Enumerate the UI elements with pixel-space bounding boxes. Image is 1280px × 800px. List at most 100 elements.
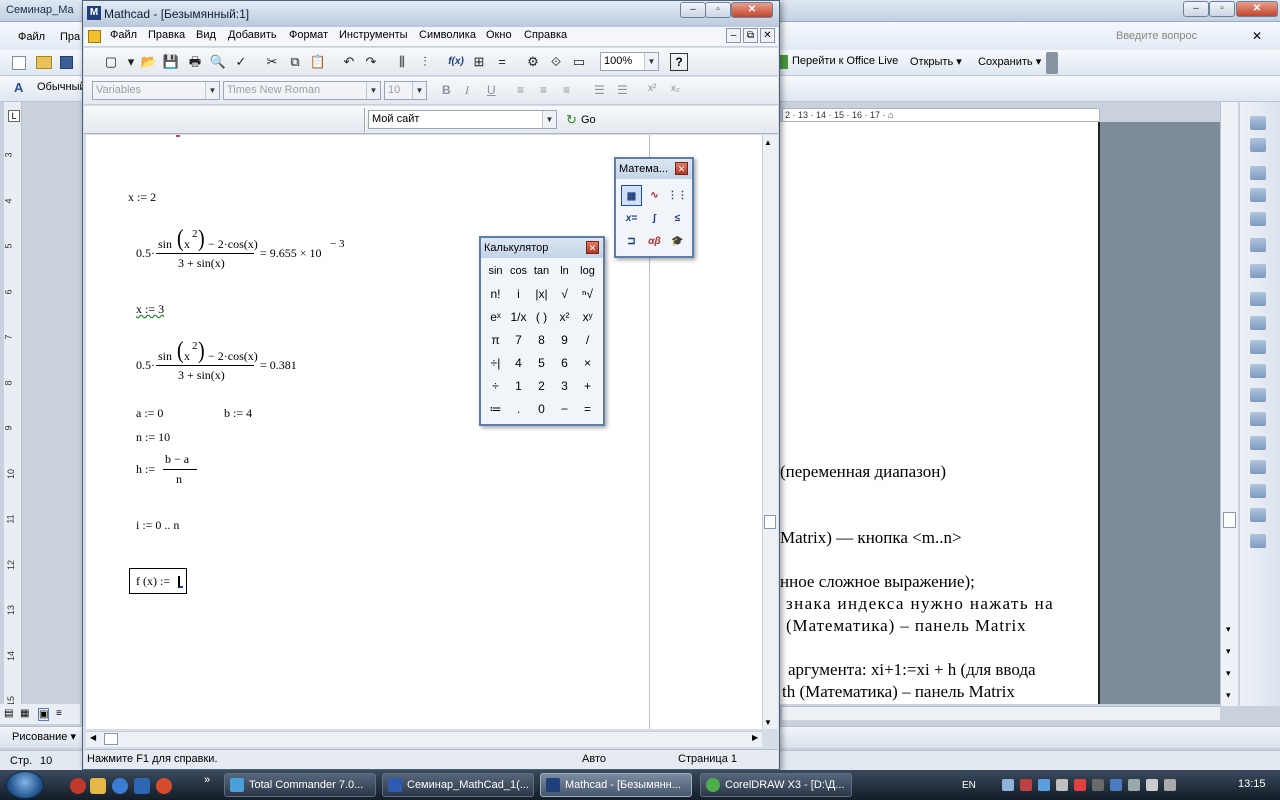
bold-icon[interactable]: B (442, 83, 451, 97)
tray-app-icon[interactable] (1038, 779, 1050, 791)
mathcad-maximize-button[interactable]: ▫ (705, 2, 731, 18)
help-icon[interactable]: ? (670, 53, 688, 71)
scroll-left-icon[interactable]: ◀ (90, 733, 96, 742)
tray-app-icon[interactable] (1074, 779, 1086, 791)
print-icon[interactable]: 🖶 (186, 53, 204, 71)
math-palette-close-icon[interactable]: ✕ (675, 162, 688, 175)
word-help-search-input[interactable]: Введите вопрос (1112, 28, 1248, 44)
word-toolbar-button-icon[interactable] (1250, 212, 1266, 226)
word-horizontal-scrollbar[interactable] (782, 706, 1220, 720)
word-toolbar-button-icon[interactable] (1250, 436, 1266, 450)
styles-icon[interactable]: A (14, 80, 23, 95)
programming-toolbar-icon[interactable]: ⊐ (621, 231, 642, 252)
word-toolbar-button-icon[interactable] (1250, 364, 1266, 378)
taskbar-total-commander[interactable]: Total Commander 7.0... (224, 773, 376, 797)
go-button[interactable]: Go (581, 114, 596, 126)
italic-icon[interactable]: I (465, 83, 469, 98)
worksheet-hscroll-thumb[interactable] (104, 733, 118, 745)
document-minimize-button[interactable]: – (726, 28, 741, 43)
worksheet-vertical-scrollbar[interactable] (762, 135, 778, 729)
worksheet-vscroll-thumb[interactable] (764, 515, 776, 529)
calculator-button[interactable]: × (576, 352, 599, 375)
calculator-button[interactable]: xʸ (576, 306, 599, 329)
word-toolbar-button-icon[interactable] (1250, 340, 1266, 354)
subscript-icon[interactable]: x₂ (671, 83, 680, 94)
word-toolbar-button-icon[interactable] (1250, 264, 1266, 278)
word-menu-edit[interactable]: Пра (60, 31, 80, 43)
matrix-toolbar-icon[interactable]: ⋮⋮ (667, 185, 688, 206)
expression-2[interactable]: 0.5· sin ( x 2 ) − 2·cos(x) 3 + sin(x) =… (136, 338, 336, 386)
scroll-up-icon[interactable]: ▲ (764, 138, 772, 147)
calculator-button[interactable]: 8 (530, 329, 553, 352)
underline-icon[interactable]: U (487, 83, 496, 97)
new-document-icon[interactable] (12, 56, 26, 70)
align-right-icon[interactable]: ≡ (563, 83, 570, 97)
math-palette[interactable]: Матема... ✕ ▦ ∿ ⋮⋮ x= ∫ ≤ ⊐ αβ 🎓 (614, 157, 694, 258)
calculator-button[interactable]: 1/x (507, 306, 530, 329)
language-indicator[interactable]: EN (962, 780, 976, 791)
internet-explorer-icon[interactable] (112, 778, 128, 794)
word-toolbar-button-icon[interactable] (1250, 292, 1266, 306)
word-scroll-nav-icon[interactable]: ▾ (1226, 646, 1231, 657)
resource-center-icon[interactable]: ⟐ (547, 53, 565, 71)
calculator-button[interactable]: = (576, 398, 599, 421)
calculator-button[interactable]: eˣ (484, 306, 507, 329)
align-left-icon[interactable]: ≡ (517, 83, 524, 97)
opera-icon[interactable] (70, 778, 86, 794)
b-definition[interactable]: b := 4 (224, 406, 252, 421)
calculator-button[interactable]: ÷| (484, 352, 507, 375)
calculator-button[interactable]: 4 (507, 352, 530, 375)
window-icon[interactable]: ▭ (570, 53, 588, 71)
calculator-button[interactable]: ≔ (484, 398, 507, 421)
word-scroll-nav-icon[interactable]: ▾ (1226, 690, 1231, 701)
tray-app-icon[interactable] (1164, 779, 1176, 791)
calculator-button[interactable]: ( ) (530, 306, 553, 329)
tray-app-icon[interactable] (1128, 779, 1140, 791)
f-definition-region[interactable]: f (x) := (129, 568, 187, 594)
word-open-menu[interactable]: Открыть ▾ (910, 55, 962, 68)
firefox-icon[interactable] (156, 778, 172, 794)
word-maximize-button[interactable]: ▫ (1209, 1, 1235, 17)
align-down-icon[interactable]: ⫶ (416, 53, 434, 71)
calculator-button[interactable]: i (507, 283, 530, 306)
mathcad-menu-item[interactable]: Добавить (228, 29, 277, 41)
mathcad-menu-item[interactable]: Правка (148, 29, 185, 41)
evaluation-toolbar-icon[interactable]: x= (621, 208, 642, 229)
calculator-button[interactable]: 2 (530, 375, 553, 398)
mathcad-close-button[interactable]: ✕ (731, 2, 773, 18)
open-folder-icon[interactable] (36, 56, 52, 69)
print-layout-icon[interactable]: ▣ (38, 708, 50, 721)
word-drawing-menu[interactable]: Рисование ▾ (12, 730, 76, 743)
word-vscroll-thumb[interactable] (1223, 512, 1236, 528)
word-toolbar-button-icon[interactable] (1250, 460, 1266, 474)
mathcad-menu-item[interactable]: Символика (419, 29, 476, 41)
spell-check-icon[interactable]: ✓ (232, 53, 250, 71)
component-icon[interactable]: ⚙ (524, 53, 542, 71)
word-scroll-nav-icon[interactable]: ▾ (1226, 668, 1231, 679)
greek-toolbar-icon[interactable]: αβ (644, 231, 665, 252)
calculator-button[interactable]: 0 (530, 398, 553, 421)
calculator-button[interactable]: √ (553, 283, 576, 306)
calculator-button[interactable]: |x| (530, 283, 553, 306)
x-definition-1[interactable]: x := 2 (128, 190, 156, 205)
web-view-icon[interactable]: ▦ (20, 708, 29, 719)
word-toolbar-button-icon[interactable] (1250, 138, 1266, 152)
word-toolbar-button-icon[interactable] (1250, 316, 1266, 330)
expression-1[interactable]: 0.5· sin ( x 2 ) − 2·cos(x) 3 + sin(x) =… (136, 226, 376, 274)
tray-app-icon[interactable] (1092, 779, 1104, 791)
new-file-icon[interactable]: ▢ (102, 53, 120, 71)
calculator-close-icon[interactable]: ✕ (586, 241, 599, 254)
scroll-right-icon[interactable]: ▶ (752, 733, 758, 742)
mathcad-minimize-button[interactable]: – (680, 2, 706, 18)
tab-stop-selector-icon[interactable]: L (8, 110, 20, 122)
word-help-close-icon[interactable]: ✕ (1252, 29, 1262, 43)
word-minimize-button[interactable]: – (1183, 1, 1209, 17)
calculator-palette-header[interactable]: Калькулятор (481, 238, 603, 258)
copy-icon[interactable]: ⧉ (286, 53, 304, 71)
mathcad-menu-item[interactable]: Файл (110, 29, 137, 41)
media-player-icon[interactable] (90, 778, 106, 794)
worksheet-horizontal-scrollbar[interactable] (86, 731, 762, 747)
cut-icon[interactable]: ✂ (263, 53, 281, 71)
word-office-live-link[interactable]: Перейти к Office Live (792, 55, 898, 67)
open-folder-icon[interactable]: 📂 (140, 53, 158, 71)
